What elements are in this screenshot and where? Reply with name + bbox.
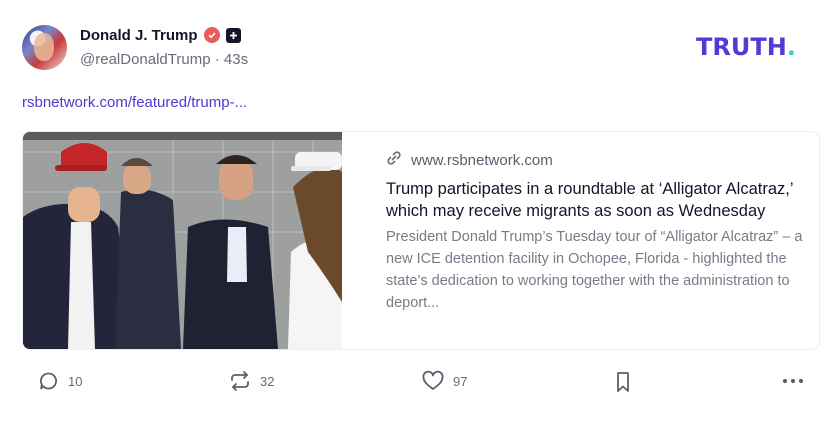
retruth-count: 32 xyxy=(260,373,275,389)
avatar[interactable] xyxy=(22,25,67,70)
more-icon xyxy=(781,370,805,392)
bookmark-button[interactable] xyxy=(613,370,633,394)
verified-icon xyxy=(203,27,220,43)
preview-description: President Donald Trump’s Tuesday tour of… xyxy=(386,229,803,311)
preview-domain: www.rsbnetwork.com xyxy=(411,151,553,169)
handle-row: @realDonaldTrump · 43s xyxy=(80,51,248,68)
heart-icon xyxy=(421,370,445,392)
reply-icon xyxy=(38,370,60,392)
bookmark-icon xyxy=(613,370,633,394)
post-link[interactable]: rsbnetwork.com/featured/trump-... xyxy=(22,94,247,111)
like-button[interactable]: 97 xyxy=(421,370,467,392)
like-count: 97 xyxy=(453,373,468,389)
link-icon xyxy=(386,150,402,170)
author-handle[interactable]: @realDonaldTrump xyxy=(80,51,211,68)
retruth-icon xyxy=(228,370,252,392)
truth-logo[interactable]: TRUTH. xyxy=(696,33,796,61)
reply-count: 10 xyxy=(68,373,83,389)
retruth-button[interactable]: 32 xyxy=(228,370,274,392)
preview-title: Trump participates in a roundtable at ‘A… xyxy=(386,180,793,220)
post-actions: 10 32 97 xyxy=(0,370,840,398)
reply-button[interactable]: 10 xyxy=(38,370,82,392)
more-options-button[interactable] xyxy=(781,370,805,392)
preview-image[interactable] xyxy=(23,132,342,349)
logo-text: TRUTH xyxy=(696,33,787,61)
preview-domain-row: www.rsbnetwork.com xyxy=(386,150,804,170)
logo-dot: . xyxy=(786,33,796,61)
author-row: Donald J. Trump xyxy=(80,24,241,46)
link-preview-card[interactable]: www.rsbnetwork.com Trump participates in… xyxy=(22,131,820,350)
post-time[interactable]: 43s xyxy=(224,51,248,68)
plus-badge-icon xyxy=(225,27,241,43)
author-name[interactable]: Donald J. Trump xyxy=(80,27,198,44)
separator: · xyxy=(214,51,220,68)
preview-text: www.rsbnetwork.com Trump participates in… xyxy=(386,150,804,314)
